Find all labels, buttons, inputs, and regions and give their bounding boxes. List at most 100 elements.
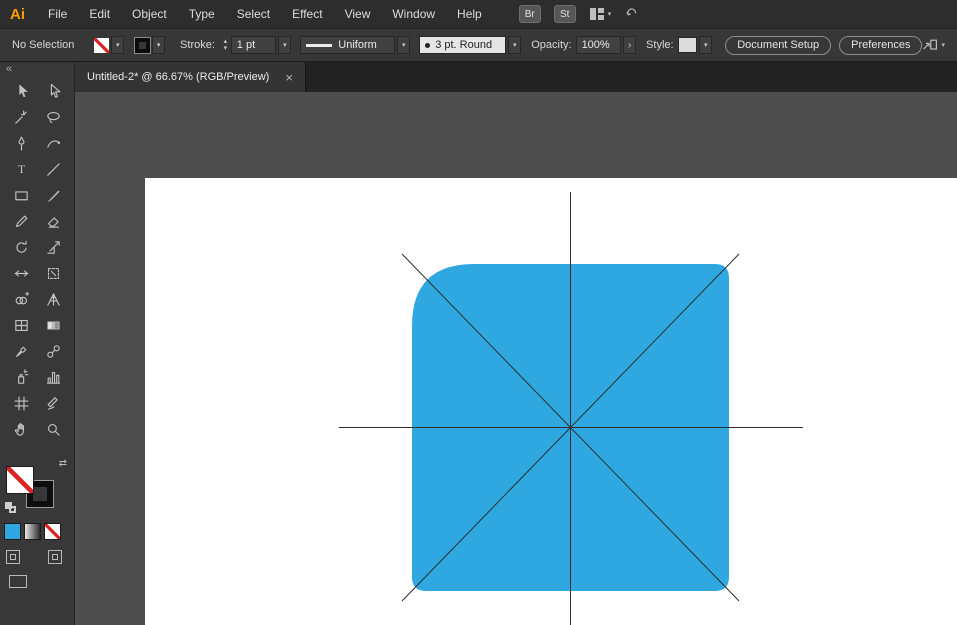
none-swatch-button[interactable]	[44, 523, 61, 540]
slice-tool[interactable]	[37, 390, 69, 416]
menu-bar: Ai File Edit Object Type Select Effect View Win…	[0, 0, 957, 28]
menu-items: File Edit Object Type Select Effect View Window…	[37, 0, 493, 28]
menu-help[interactable]: Help	[446, 0, 493, 28]
menu-file[interactable]: File	[37, 0, 78, 28]
fill-color-swatch[interactable]	[94, 37, 110, 53]
width-tool[interactable]	[5, 260, 37, 286]
opacity-field[interactable]: 100%	[575, 36, 622, 54]
menu-select[interactable]: Select	[226, 0, 281, 28]
direct-selection-icon	[50, 83, 60, 98]
stepper-down-icon[interactable]: ▾	[220, 45, 231, 52]
arrange-documents-button[interactable]: ▾	[922, 38, 945, 52]
line-segment-tool[interactable]	[37, 156, 69, 182]
perspective-grid-tool[interactable]	[37, 286, 69, 312]
opacity-arrow-button[interactable]: ›	[623, 36, 637, 54]
type-tool[interactable]: T	[5, 156, 37, 182]
stroke-color-swatch[interactable]	[134, 36, 152, 54]
stroke-dropdown-button[interactable]: ▾	[152, 36, 166, 54]
direct-selection-tool[interactable]	[37, 78, 69, 104]
type-icon: T	[17, 162, 25, 176]
scale-icon	[46, 240, 60, 254]
menu-window[interactable]: Window	[381, 0, 446, 28]
rotate-tool[interactable]	[5, 234, 37, 260]
tools-panel: « T ⇄	[0, 62, 75, 625]
stroke-weight-stepper[interactable]: ▴ ▾	[220, 38, 231, 52]
stroke-weight-field[interactable]: 1 pt	[230, 36, 277, 54]
workspace-grid-icon	[589, 8, 604, 20]
column-graph-tool[interactable]	[37, 364, 69, 390]
menu-edit[interactable]: Edit	[78, 0, 121, 28]
stroke-weight-dropdown-button[interactable]: ▾	[278, 36, 292, 54]
pencil-tool[interactable]	[5, 208, 37, 234]
fill-dropdown-button[interactable]: ▾	[111, 36, 125, 54]
stepper-up-icon[interactable]: ▴	[220, 38, 231, 45]
hand-tool[interactable]	[5, 416, 37, 442]
document-tab-bar: Untitled-2* @ 66.67% (RGB/Preview) ×	[75, 62, 957, 92]
magic-wand-tool[interactable]	[5, 104, 37, 130]
menu-effect[interactable]: Effect	[281, 0, 333, 28]
gradient-tool[interactable]	[37, 312, 69, 338]
symbol-sprayer-tool[interactable]	[5, 364, 37, 390]
lasso-icon	[46, 111, 60, 123]
style-thumbnail[interactable]	[677, 37, 698, 53]
eyedropper-icon	[15, 346, 26, 357]
control-bar: No Selection ▾ ▾ Stroke: ▴ ▾ 1 pt ▾ Unif…	[0, 28, 957, 62]
gradient-swatch-button[interactable]	[24, 523, 41, 540]
workspace-switcher-button[interactable]: ▾	[589, 7, 612, 21]
bridge-button[interactable]: Br	[518, 5, 541, 23]
free-transform-tool[interactable]	[37, 260, 69, 286]
lasso-tool[interactable]	[37, 104, 69, 130]
scale-tool[interactable]	[37, 234, 69, 260]
eraser-tool[interactable]	[37, 208, 69, 234]
brush-dropdown[interactable]: 3 pt. Round	[419, 36, 507, 54]
close-tab-icon[interactable]: ×	[285, 71, 293, 84]
menu-object[interactable]: Object	[121, 0, 178, 28]
draw-behind-mode-button[interactable]	[48, 550, 62, 564]
preferences-button[interactable]: Preferences	[839, 35, 923, 55]
sync-icon	[626, 8, 637, 16]
sync-status-button[interactable]	[624, 7, 640, 21]
rectangle-tool[interactable]	[5, 182, 37, 208]
rectangle-icon	[14, 190, 28, 200]
eyedropper-tool[interactable]	[5, 338, 37, 364]
opacity-label[interactable]: Opacity:	[531, 39, 571, 51]
stock-button[interactable]: St	[553, 5, 576, 23]
mesh-tool[interactable]	[5, 312, 37, 338]
fill-indicator[interactable]	[6, 466, 34, 494]
menubar-right-group: Br St ▾	[518, 5, 641, 23]
curvature-tool[interactable]	[37, 130, 69, 156]
draw-normal-mode-button[interactable]	[6, 550, 20, 564]
menu-view[interactable]: View	[334, 0, 382, 28]
width-profile-dropdown-button[interactable]: ▾	[397, 36, 411, 54]
canvas-area[interactable]	[75, 92, 957, 625]
zoom-tool[interactable]	[37, 416, 69, 442]
chevron-down-icon: ▾	[513, 42, 517, 49]
column-graph-icon	[46, 371, 60, 384]
menu-type[interactable]: Type	[178, 0, 226, 28]
selection-icon	[18, 83, 28, 97]
stroke-label[interactable]: Stroke:	[180, 39, 215, 51]
screen-mode-button[interactable]	[9, 575, 27, 588]
default-fill-stroke-icon[interactable]	[5, 502, 17, 514]
eraser-icon	[47, 216, 59, 228]
magic-wand-icon	[14, 110, 27, 124]
document-setup-button[interactable]: Document Setup	[725, 35, 832, 55]
style-dropdown-button[interactable]: ▾	[699, 36, 713, 54]
uniform-profile-icon	[306, 43, 333, 47]
brush-dropdown-button[interactable]: ▾	[508, 36, 522, 54]
document-tab[interactable]: Untitled-2* @ 66.67% (RGB/Preview) ×	[75, 62, 306, 92]
pen-tool[interactable]	[5, 130, 37, 156]
swap-fill-stroke-icon[interactable]: ⇄	[59, 458, 67, 469]
blend-tool[interactable]	[37, 338, 69, 364]
width-profile-dropdown[interactable]: Uniform	[300, 36, 396, 54]
tool-grid: T	[0, 78, 74, 442]
chevron-down-icon: ▾	[704, 42, 708, 49]
perspective-grid-icon	[46, 292, 60, 306]
color-swatch-button[interactable]	[4, 523, 21, 540]
shape-builder-tool[interactable]	[5, 286, 37, 312]
selection-tool[interactable]	[5, 78, 37, 104]
paintbrush-tool[interactable]	[37, 182, 69, 208]
chevron-down-icon: ▾	[607, 11, 612, 18]
collapse-toolbar-button[interactable]: «	[0, 62, 74, 78]
artboard-tool[interactable]	[5, 390, 37, 416]
